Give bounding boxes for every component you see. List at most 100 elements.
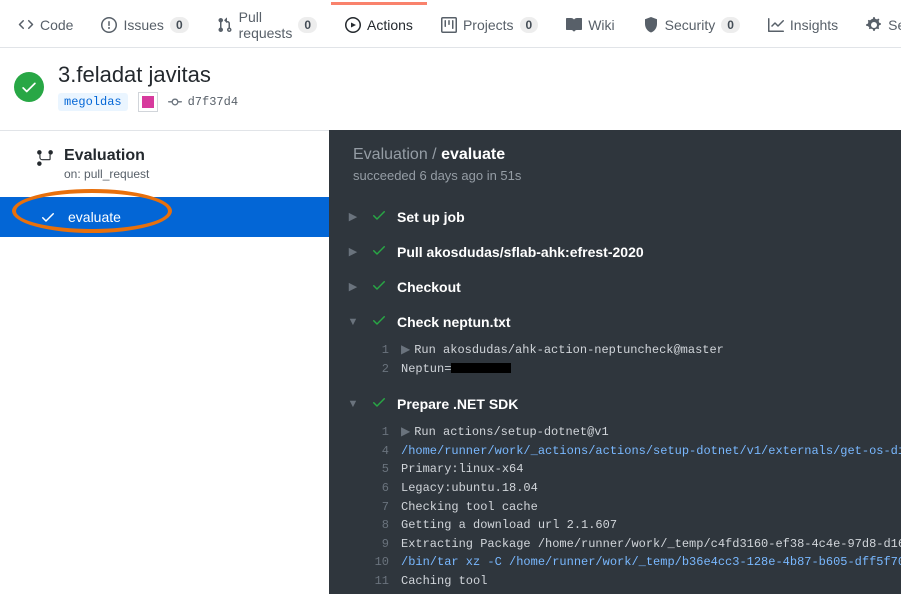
- log-line: 1▶Run actions/setup-dotnet@v1: [373, 423, 897, 442]
- step-name: Set up job: [397, 209, 465, 225]
- log-line: 7Checking tool cache: [373, 498, 897, 517]
- step-name: Pull akosdudas/sflab-ahk:efrest-2020: [397, 244, 644, 260]
- branch-label[interactable]: megoldas: [58, 93, 128, 111]
- line-text: /bin/tar xz -C /home/runner/work/_temp/b…: [401, 553, 901, 572]
- book-icon: [566, 17, 582, 33]
- line-text: Successfully installed 2.1.607: [401, 591, 617, 594]
- projects-count: 0: [520, 17, 539, 33]
- check-icon: [371, 242, 387, 261]
- log-line: 6Legacy:ubuntu.18.04: [373, 479, 897, 498]
- step-row[interactable]: ▶ Pull akosdudas/sflab-ahk:efrest-2020: [333, 234, 897, 269]
- line-number: 1: [373, 341, 401, 360]
- log-lines: 1▶Run akosdudas/ahk-action-neptuncheck@m…: [333, 339, 897, 386]
- code-icon: [18, 17, 34, 33]
- step-row[interactable]: ▼ Check neptun.txt: [333, 304, 897, 339]
- workflow-trigger: on: pull_request: [64, 167, 149, 181]
- check-icon: [20, 78, 38, 96]
- check-icon: [371, 394, 387, 413]
- step-name: Checkout: [397, 279, 461, 295]
- issues-count: 0: [170, 17, 189, 33]
- check-icon: [371, 207, 387, 226]
- line-text: Legacy:ubuntu.18.04: [401, 479, 538, 498]
- tab-insights[interactable]: Insights: [754, 2, 852, 46]
- chevron-icon: ▶: [345, 210, 361, 223]
- step-row[interactable]: ▼ Prepare .NET SDK: [333, 386, 897, 421]
- chevron-icon: ▶: [345, 280, 361, 293]
- tab-wiki-label: Wiki: [588, 17, 614, 33]
- log-breadcrumb: Evaluation / evaluate: [353, 146, 877, 164]
- line-number: 1: [373, 423, 401, 442]
- tab-settings-label: Settings: [888, 17, 901, 33]
- line-number: 2: [373, 360, 401, 379]
- log-line: 11Caching tool: [373, 572, 897, 591]
- line-text: Primary:linux-x64: [401, 460, 523, 479]
- check-icon: [371, 312, 387, 331]
- tab-pulls-label: Pull requests: [239, 9, 293, 41]
- tab-issues[interactable]: Issues 0: [87, 2, 202, 46]
- sidebar: Evaluation on: pull_request evaluate: [0, 130, 329, 594]
- tab-security[interactable]: Security 0: [629, 2, 754, 46]
- workflow-icon: [36, 149, 54, 167]
- chevron-icon: ▶: [345, 245, 361, 258]
- line-text: Getting a download url 2.1.607: [401, 516, 617, 535]
- workflow-header: Evaluation on: pull_request: [0, 131, 329, 197]
- run-success-badge: [14, 72, 44, 102]
- tab-insights-label: Insights: [790, 17, 838, 33]
- step-row[interactable]: ▶ Set up job: [333, 199, 897, 234]
- job-label: evaluate: [68, 209, 121, 225]
- tab-actions-label: Actions: [367, 17, 413, 33]
- tab-projects-label: Projects: [463, 17, 514, 33]
- tab-pulls[interactable]: Pull requests 0: [203, 0, 331, 54]
- gear-icon: [866, 17, 882, 33]
- step-name: Prepare .NET SDK: [397, 396, 518, 412]
- line-number: 7: [373, 498, 401, 517]
- tab-projects[interactable]: Projects 0: [427, 2, 552, 46]
- actor-avatar[interactable]: [138, 92, 158, 112]
- tab-wiki[interactable]: Wiki: [552, 2, 628, 46]
- line-text: Caching tool: [401, 572, 487, 591]
- workflow-name: Evaluation: [64, 147, 149, 165]
- log-line: 5Primary:linux-x64: [373, 460, 897, 479]
- log-lines: 1▶Run actions/setup-dotnet@v14/home/runn…: [333, 421, 897, 594]
- log-line: 1▶Run akosdudas/ahk-action-neptuncheck@m…: [373, 341, 897, 360]
- commit-icon: [168, 95, 182, 109]
- line-number: 10: [373, 553, 401, 572]
- line-text: Neptun=: [401, 360, 511, 379]
- log-line: 2Neptun=: [373, 360, 897, 379]
- line-text: ▶Run akosdudas/ahk-action-neptuncheck@ma…: [401, 341, 724, 360]
- line-number: 9: [373, 535, 401, 554]
- run-header: 3.feladat javitas megoldas d7f37d4: [0, 48, 901, 130]
- run-title: 3.feladat javitas: [58, 62, 238, 88]
- project-icon: [441, 17, 457, 33]
- line-text: Checking tool cache: [401, 498, 538, 517]
- step-name: Check neptun.txt: [397, 314, 511, 330]
- log-line: 4/home/runner/work/_actions/actions/setu…: [373, 442, 897, 461]
- security-count: 0: [721, 17, 740, 33]
- commit-sha[interactable]: d7f37d4: [168, 95, 238, 109]
- chevron-icon: ▼: [345, 316, 361, 328]
- line-text: /home/runner/work/_actions/actions/setup…: [401, 442, 901, 461]
- line-number: 4: [373, 442, 401, 461]
- tab-settings[interactable]: Settings: [852, 2, 901, 46]
- chevron-icon: ▼: [345, 398, 361, 410]
- log-line: 12Successfully installed 2.1.607: [373, 591, 897, 594]
- shield-icon: [643, 17, 659, 33]
- repo-nav: Code Issues 0 Pull requests 0 Actions Pr…: [0, 0, 901, 48]
- log-panel: Evaluation / evaluate succeeded 6 days a…: [329, 130, 901, 594]
- pr-icon: [217, 17, 233, 33]
- line-number: 5: [373, 460, 401, 479]
- line-number: 8: [373, 516, 401, 535]
- job-evaluate[interactable]: evaluate: [0, 197, 329, 237]
- line-text: Extracting Package /home/runner/work/_te…: [401, 535, 901, 554]
- pulls-count: 0: [298, 17, 317, 33]
- log-line: 9Extracting Package /home/runner/work/_t…: [373, 535, 897, 554]
- issue-icon: [101, 17, 117, 33]
- tab-code[interactable]: Code: [4, 2, 87, 46]
- log-status-line: succeeded 6 days ago in 51s: [353, 168, 877, 183]
- line-text: ▶Run actions/setup-dotnet@v1: [401, 423, 609, 442]
- step-row[interactable]: ▶ Checkout: [333, 269, 897, 304]
- tab-issues-label: Issues: [123, 17, 163, 33]
- play-icon: [345, 17, 361, 33]
- check-icon: [371, 277, 387, 296]
- tab-actions[interactable]: Actions: [331, 2, 427, 46]
